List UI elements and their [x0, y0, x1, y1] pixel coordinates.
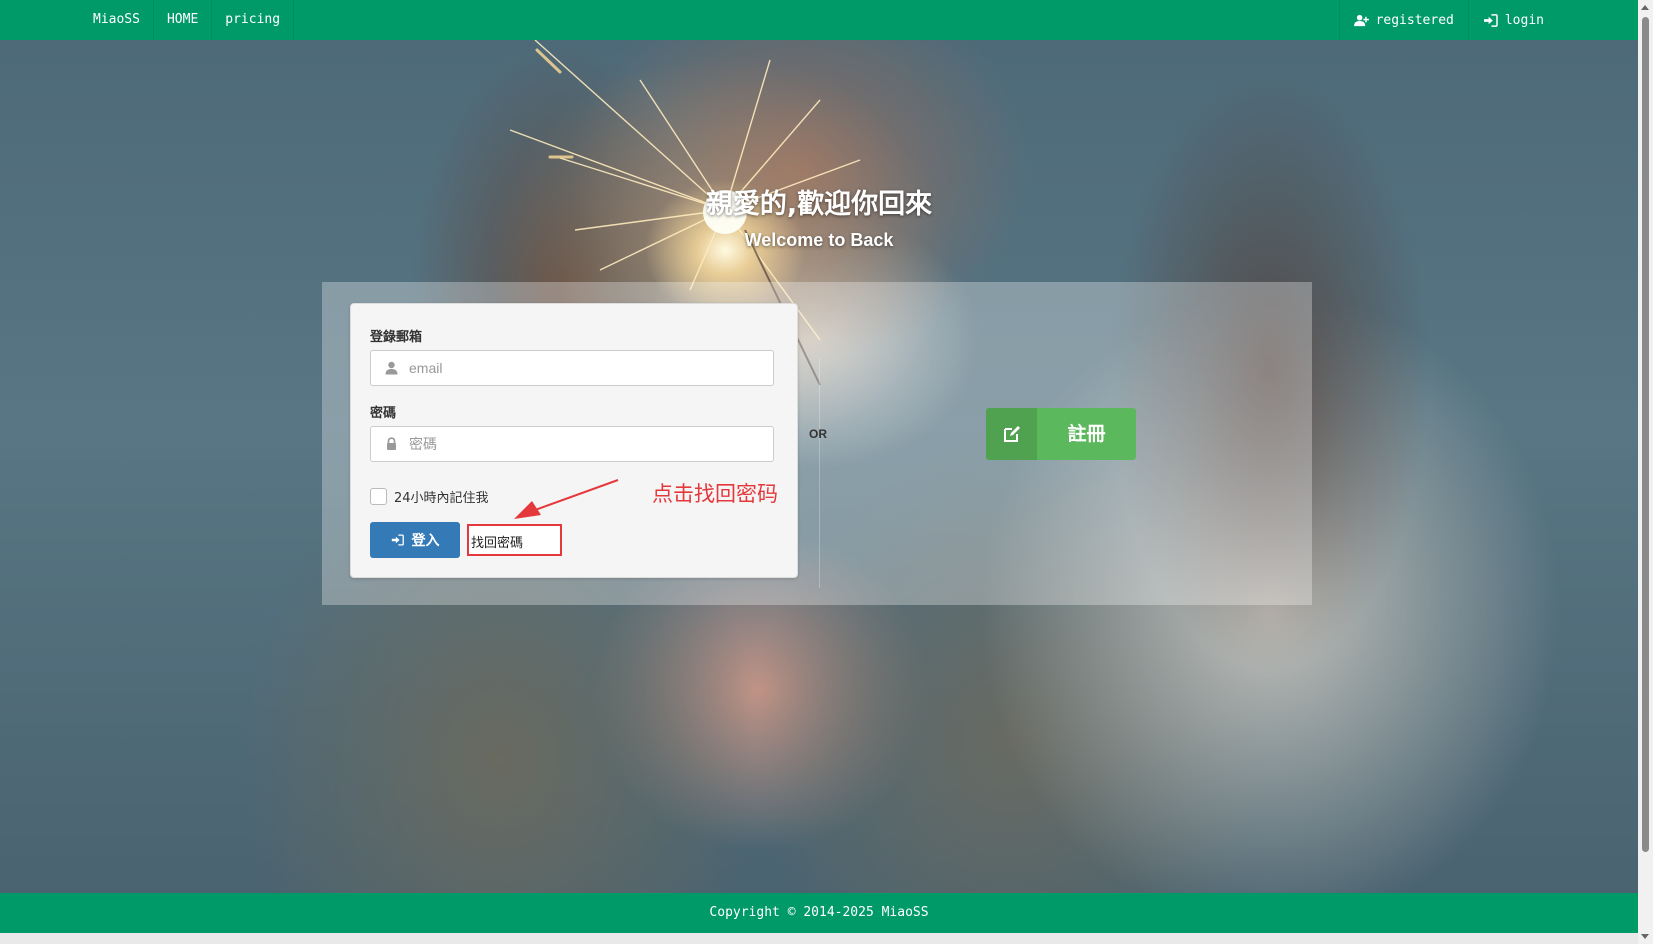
- user-plus-icon: [1353, 14, 1369, 26]
- scroll-down-arrow-icon[interactable]: [1641, 934, 1649, 939]
- page-scrollbar[interactable]: [1638, 0, 1653, 944]
- register-icon-area: [986, 408, 1037, 460]
- bottom-strip: [0, 933, 1638, 944]
- nav-left: MiaoSS HOME pricing: [80, 0, 295, 40]
- nav-right: registered login: [1338, 0, 1558, 40]
- nav-pricing-link[interactable]: pricing: [212, 0, 295, 40]
- annotation-text: 点击找回密码: [652, 482, 778, 506]
- login-button[interactable]: 登入: [370, 522, 460, 558]
- email-input[interactable]: [409, 351, 764, 385]
- nav-registered-label: registered: [1375, 12, 1454, 28]
- auth-panel: 登錄郵箱 密碼 24小時內記住我: [322, 282, 1312, 605]
- hero-title: 親愛的,歡迎你回來: [705, 189, 933, 220]
- sign-in-icon: [391, 534, 404, 546]
- nav-login-label: login: [1504, 12, 1544, 28]
- scroll-up-arrow-icon[interactable]: [1641, 5, 1649, 10]
- lock-icon: [387, 437, 396, 450]
- password-field: [370, 426, 774, 462]
- vertical-divider: [819, 358, 820, 588]
- nav-registered-link[interactable]: registered: [1338, 0, 1468, 40]
- scrollbar-thumb[interactable]: [1642, 17, 1649, 852]
- nav-home-link[interactable]: HOME: [154, 0, 213, 40]
- remember-checkbox[interactable]: [370, 488, 387, 505]
- top-navbar: MiaoSS HOME pricing registered login: [0, 0, 1638, 40]
- sign-in-icon: [1483, 13, 1498, 27]
- register-button[interactable]: 註冊: [986, 408, 1136, 460]
- email-label: 登錄郵箱: [370, 330, 423, 345]
- remember-me: 24小時內記住我: [370, 487, 489, 506]
- user-icon: [385, 361, 398, 375]
- edit-icon: [1003, 426, 1020, 442]
- password-label: 密碼: [370, 406, 397, 421]
- hero-background-image: 親愛的,歡迎你回來 Welcome to Back 登錄郵箱 密碼: [0, 40, 1638, 896]
- nav-login-link[interactable]: login: [1467, 0, 1558, 40]
- login-form: 登錄郵箱 密碼 24小時內記住我: [350, 303, 798, 578]
- register-button-label: 註冊: [1067, 423, 1106, 445]
- nav-brand-link[interactable]: MiaoSS: [80, 0, 154, 40]
- footer: Copyright © 2014-2025 MiaoSS: [0, 893, 1638, 933]
- password-input[interactable]: [409, 427, 764, 461]
- login-button-label: 登入: [411, 533, 440, 549]
- remember-label: 24小時內記住我: [394, 491, 489, 506]
- email-field: [370, 350, 774, 386]
- or-separator: OR: [809, 427, 827, 441]
- hero-subtitle: Welcome to Back: [744, 230, 894, 250]
- forgot-password-link[interactable]: 找回密碼: [467, 524, 562, 556]
